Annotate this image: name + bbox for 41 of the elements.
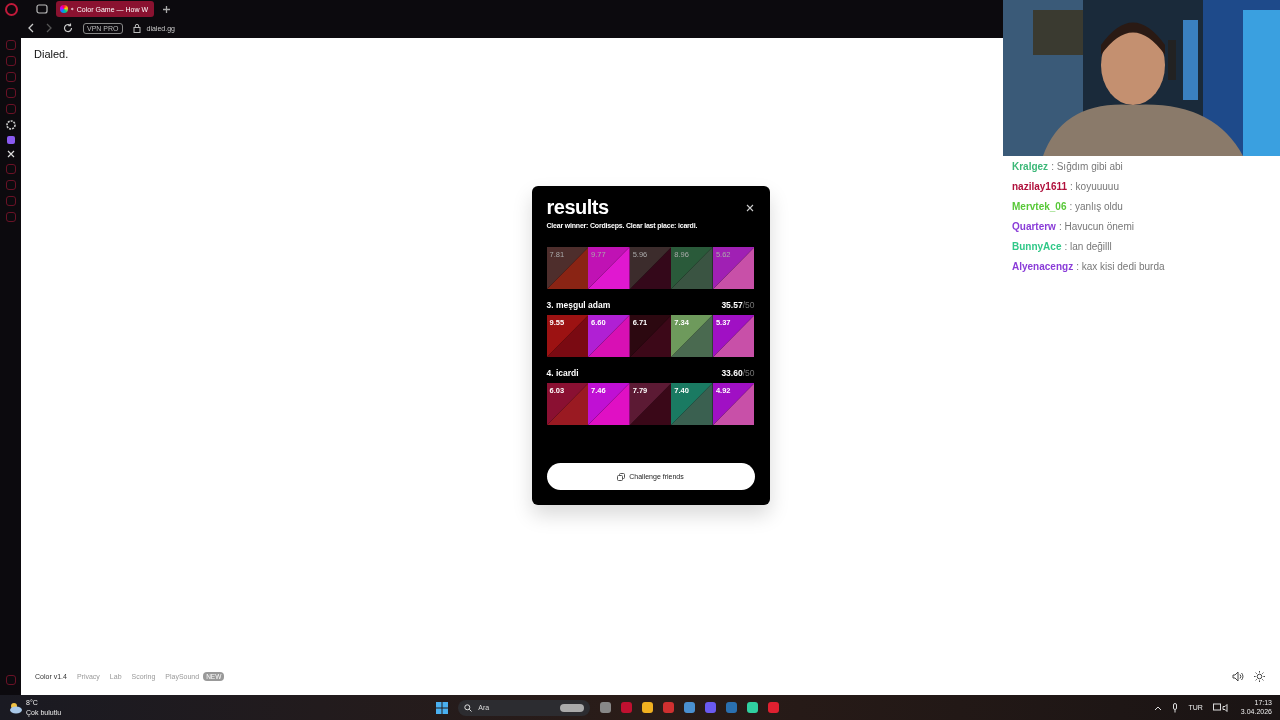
app-icon[interactable] bbox=[600, 702, 612, 713]
start-icon[interactable] bbox=[436, 701, 449, 714]
sun-icon[interactable] bbox=[1254, 670, 1265, 682]
chat-message: : yanlış oldu bbox=[1069, 201, 1123, 212]
tab-list-icon[interactable] bbox=[36, 4, 48, 14]
player-name: 4. icardi bbox=[546, 368, 579, 378]
chat-message: : Havucun önemi bbox=[1058, 221, 1134, 232]
player-score: 35.57/50 bbox=[721, 300, 755, 310]
browser-logo-icon[interactable] bbox=[5, 2, 18, 16]
reload-icon[interactable] bbox=[63, 23, 73, 33]
chat-message: : kax kisi dedi burda bbox=[1076, 261, 1165, 272]
volume-icon[interactable] bbox=[1212, 702, 1231, 713]
lock-icon bbox=[132, 23, 141, 33]
chevron-up-icon[interactable] bbox=[1154, 704, 1163, 711]
chat-username: BunnyAce bbox=[1012, 241, 1062, 252]
chat-message: : Sığdım gibi abi bbox=[1051, 161, 1123, 172]
gear-icon[interactable] bbox=[5, 120, 16, 130]
chat-username: Quarterw bbox=[1012, 221, 1056, 232]
player-score: 33.60/50 bbox=[721, 368, 755, 378]
x-icon[interactable] bbox=[6, 150, 15, 158]
chat-username: Mervtek_06 bbox=[1012, 201, 1067, 212]
weather-icon[interactable] bbox=[8, 701, 22, 714]
app-icon[interactable] bbox=[747, 702, 759, 713]
new-tab-icon[interactable] bbox=[162, 4, 171, 14]
microphone-icon[interactable] bbox=[1172, 702, 1179, 713]
chat-message: : koyuuuuu bbox=[1070, 181, 1119, 192]
chat-message: : lan değilll bbox=[1064, 241, 1112, 252]
app-icon[interactable] bbox=[642, 702, 654, 713]
chat-username: nazilay1611 bbox=[1012, 181, 1068, 192]
app-icon[interactable] bbox=[768, 702, 780, 713]
site-logo[interactable]: Dialed. bbox=[34, 48, 69, 60]
player-name: 3. meşgul adam bbox=[546, 300, 611, 310]
app-icon[interactable] bbox=[684, 702, 696, 713]
close-icon[interactable] bbox=[745, 203, 754, 212]
copy-icon bbox=[617, 472, 626, 481]
search-icon bbox=[464, 703, 473, 712]
chat-username: Alyenacengz bbox=[1012, 261, 1074, 272]
dialog-title: results bbox=[546, 196, 609, 219]
back-icon[interactable] bbox=[27, 23, 35, 33]
forward-icon[interactable] bbox=[45, 23, 53, 33]
chat-username: Kralgez bbox=[1012, 161, 1049, 172]
